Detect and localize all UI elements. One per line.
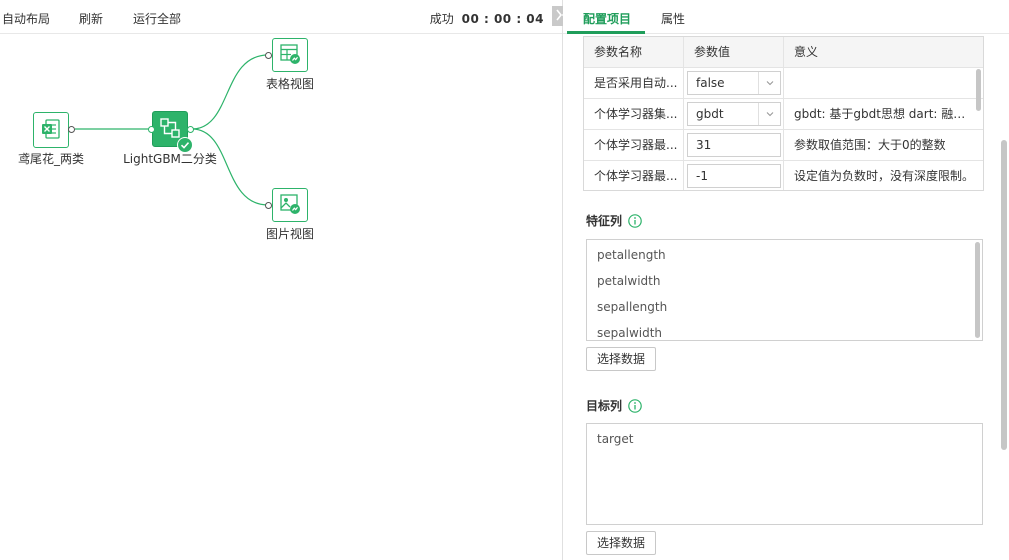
list-item[interactable]: sepalwidth	[597, 326, 662, 340]
param-value-cell: false	[684, 68, 784, 98]
param-value-cell: -1	[684, 161, 784, 190]
param-name: 个体学习器最...	[584, 130, 684, 160]
panel-tabs: 配置项目 属性	[563, 0, 1009, 34]
node-table-view[interactable]	[272, 38, 308, 72]
model-input-port[interactable]	[148, 126, 155, 133]
list-item[interactable]: petalwidth	[597, 274, 660, 288]
node-source[interactable]	[33, 112, 69, 148]
param-name: 个体学习器最...	[584, 161, 684, 190]
table-row: 个体学习器最... 31 参数取值范围：大于0的整数	[584, 130, 983, 161]
param-meaning: gbdt: 基于gbdt思想 dart: 融合dro...	[794, 107, 974, 121]
panel-scrollbar[interactable]	[1001, 140, 1007, 450]
param-value-input[interactable]: 31	[687, 133, 781, 157]
param-meaning: 参数取值范围：大于0的整数	[794, 138, 946, 152]
feature-title-text: 特征列	[586, 214, 623, 228]
node-image-view[interactable]	[272, 188, 308, 222]
param-table: 参数名称 参数值 意义 是否采用自动... false 个体学习器集... gb…	[583, 36, 984, 191]
table-view-input-port[interactable]	[265, 52, 272, 59]
config-panel: 配置项目 属性 参数名称 参数值 意义 是否采用自动... false 个体学习…	[563, 0, 1009, 560]
chevron-down-icon	[758, 72, 780, 94]
active-tab-indicator	[567, 31, 645, 34]
target-title-text: 目标列	[586, 399, 623, 413]
header-param-meaning: 意义	[794, 45, 819, 59]
header-param-name: 参数名称	[584, 37, 684, 67]
table-row: 是否采用自动... false	[584, 68, 983, 99]
list-item[interactable]: sepallength	[597, 300, 667, 314]
app-window: 自动布局 刷新 运行全部 成功 00 : 00 : 04 鸢尾花_两类 Ligh…	[0, 0, 1009, 560]
param-table-header: 参数名称 参数值 意义	[584, 37, 983, 68]
param-meaning: 设定值为负数时，没有深度限制。	[794, 169, 974, 183]
edge-model-to-table-view	[191, 54, 269, 130]
auto-layout-button[interactable]: 自动布局	[2, 10, 50, 27]
table-row: 个体学习器集... gbdt gbdt: 基于gbdt思想 dart: 融合dr…	[584, 99, 983, 130]
node-model-label: LightGBM二分类	[123, 152, 217, 166]
info-icon[interactable]	[628, 213, 642, 228]
canvas-toolbar: 自动布局 刷新 运行全部 成功 00 : 00 : 04	[0, 0, 562, 34]
feature-select-data-button[interactable]: 选择数据	[586, 347, 657, 371]
node-source-label: 鸢尾花_两类	[17, 152, 85, 166]
list-item[interactable]: target	[597, 432, 634, 446]
param-meaning	[784, 68, 974, 98]
param-name: 个体学习器集...	[584, 99, 684, 129]
image-view-icon	[278, 192, 302, 219]
param-value-select[interactable]: gbdt	[687, 102, 781, 126]
param-name: 是否采用自动...	[584, 68, 684, 98]
edge-model-to-image-view	[191, 128, 269, 206]
table-row: 个体学习器最... -1 设定值为负数时，没有深度限制。	[584, 161, 983, 190]
header-param-value: 参数值	[684, 37, 784, 67]
param-table-scrollbar[interactable]	[976, 69, 981, 111]
status-label: 成功	[429, 12, 454, 26]
info-icon[interactable]	[628, 398, 642, 413]
node-image-view-label: 图片视图	[265, 227, 315, 241]
param-value-select[interactable]: false	[687, 71, 781, 95]
param-value-cell: gbdt	[684, 99, 784, 129]
status-time: 00 : 00 : 04	[461, 12, 544, 26]
list-item[interactable]: petallength	[597, 248, 666, 262]
select-value: false	[696, 76, 725, 90]
feature-section-title: 特征列	[586, 212, 642, 229]
refresh-button[interactable]: 刷新	[79, 10, 103, 27]
workflow-canvas[interactable]: 鸢尾花_两类 LightGBM二分类 表格视图 图片视图	[0, 35, 562, 560]
image-view-input-port[interactable]	[265, 202, 272, 209]
run-all-button[interactable]: 运行全部	[133, 10, 181, 27]
chevron-down-icon	[758, 103, 780, 125]
target-list[interactable]: target	[586, 423, 983, 525]
node-table-view-label: 表格视图	[265, 77, 315, 91]
workflow-edges	[75, 54, 269, 206]
source-output-port[interactable]	[68, 126, 75, 133]
tab-properties[interactable]: 属性	[661, 10, 685, 27]
feature-list[interactable]: petallength petalwidth sepallength sepal…	[586, 239, 983, 341]
tab-config[interactable]: 配置项目	[583, 10, 631, 27]
param-value-input[interactable]: -1	[687, 164, 781, 188]
run-status: 成功 00 : 00 : 04	[430, 10, 544, 27]
feature-list-scrollbar[interactable]	[975, 242, 980, 338]
table-view-icon	[278, 42, 302, 69]
model-output-port[interactable]	[187, 126, 194, 133]
target-section-title: 目标列	[586, 397, 642, 414]
select-value: gbdt	[696, 107, 724, 121]
param-value-cell: 31	[684, 130, 784, 160]
target-select-data-button[interactable]: 选择数据	[586, 531, 657, 555]
excel-icon	[39, 117, 63, 144]
